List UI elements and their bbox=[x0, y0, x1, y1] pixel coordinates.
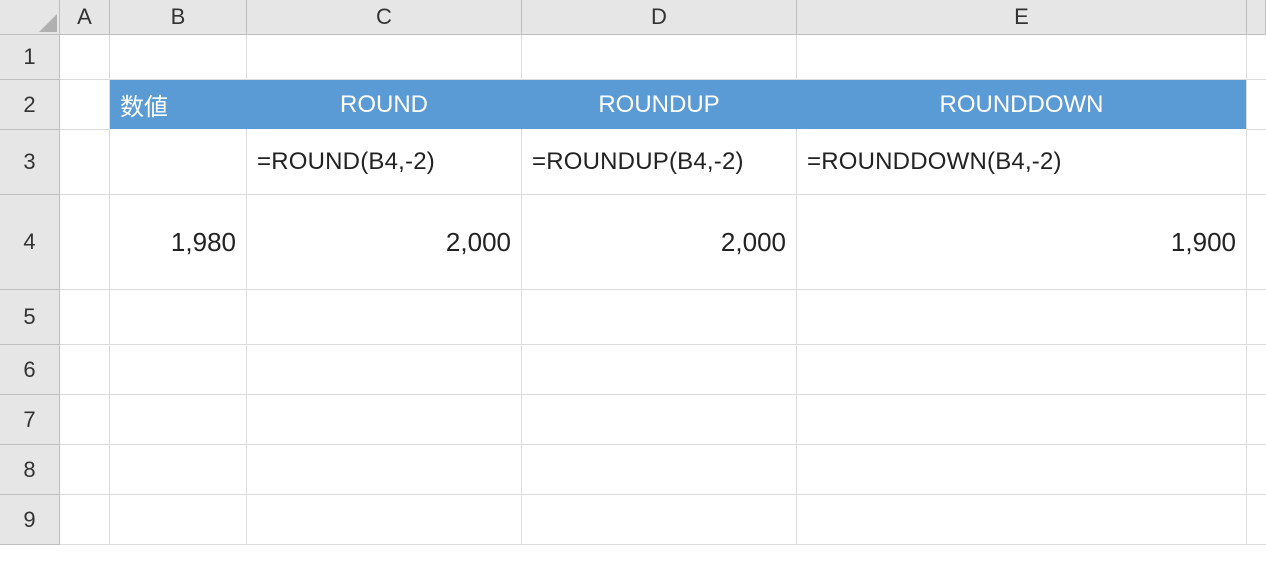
cell-E5[interactable] bbox=[797, 290, 1247, 345]
cell-blank-9 bbox=[1247, 495, 1266, 545]
cell-A3[interactable] bbox=[60, 130, 110, 195]
value-cell-e[interactable]: 1,900 bbox=[797, 195, 1247, 290]
cell-C5[interactable] bbox=[247, 290, 522, 345]
cell-blank-1 bbox=[1247, 35, 1266, 80]
cell-A2[interactable] bbox=[60, 80, 110, 130]
cell-blank-7 bbox=[1247, 395, 1266, 445]
cell-E9[interactable] bbox=[797, 495, 1247, 545]
column-header-blank bbox=[1247, 0, 1266, 35]
table-header-e[interactable]: ROUNDDOWN bbox=[797, 80, 1247, 130]
cell-B3[interactable] bbox=[110, 130, 247, 195]
row-header-2[interactable]: 2 bbox=[0, 80, 60, 130]
row-header-5[interactable]: 5 bbox=[0, 290, 60, 345]
cell-B1[interactable] bbox=[110, 35, 247, 80]
cell-D9[interactable] bbox=[522, 495, 797, 545]
formula-cell-e[interactable]: =ROUNDDOWN(B4,-2) bbox=[797, 130, 1247, 195]
value-cell-d[interactable]: 2,000 bbox=[522, 195, 797, 290]
select-all-button[interactable] bbox=[0, 0, 60, 35]
formula-cell-d[interactable]: =ROUNDUP(B4,-2) bbox=[522, 130, 797, 195]
cell-B5[interactable] bbox=[110, 290, 247, 345]
table-header-d[interactable]: ROUNDUP bbox=[522, 80, 797, 130]
cell-B8[interactable] bbox=[110, 445, 247, 495]
table-header-b[interactable]: 数値 bbox=[110, 80, 247, 130]
cell-E6[interactable] bbox=[797, 345, 1247, 395]
cell-A6[interactable] bbox=[60, 345, 110, 395]
row-header-7[interactable]: 7 bbox=[0, 395, 60, 445]
row-header-1[interactable]: 1 bbox=[0, 35, 60, 80]
cell-A9[interactable] bbox=[60, 495, 110, 545]
spreadsheet-grid[interactable]: ABCDE 12 数値ROUNDROUNDUPROUNDDOWN 3 =ROUND(B4… bbox=[0, 0, 1266, 545]
column-header-B[interactable]: B bbox=[110, 0, 247, 35]
cell-D1[interactable] bbox=[522, 35, 797, 80]
column-header-A[interactable]: A bbox=[60, 0, 110, 35]
cell-E8[interactable] bbox=[797, 445, 1247, 495]
row-header-8[interactable]: 8 bbox=[0, 445, 60, 495]
row-header-3[interactable]: 3 bbox=[0, 130, 60, 195]
cell-C1[interactable] bbox=[247, 35, 522, 80]
cell-blank-6 bbox=[1247, 345, 1266, 395]
cell-C6[interactable] bbox=[247, 345, 522, 395]
cell-C9[interactable] bbox=[247, 495, 522, 545]
cell-D5[interactable] bbox=[522, 290, 797, 345]
value-cell-c[interactable]: 2,000 bbox=[247, 195, 522, 290]
table-header-c[interactable]: ROUND bbox=[247, 80, 522, 130]
cell-D8[interactable] bbox=[522, 445, 797, 495]
cell-A5[interactable] bbox=[60, 290, 110, 345]
cell-blank-2 bbox=[1247, 80, 1266, 130]
cell-D7[interactable] bbox=[522, 395, 797, 445]
value-cell-b[interactable]: 1,980 bbox=[110, 195, 247, 290]
cell-A1[interactable] bbox=[60, 35, 110, 80]
column-header-C[interactable]: C bbox=[247, 0, 522, 35]
cell-D6[interactable] bbox=[522, 345, 797, 395]
cell-blank-3 bbox=[1247, 130, 1266, 195]
column-header-E[interactable]: E bbox=[797, 0, 1247, 35]
cell-blank-4 bbox=[1247, 195, 1266, 290]
cell-A7[interactable] bbox=[60, 395, 110, 445]
cell-C7[interactable] bbox=[247, 395, 522, 445]
column-header-D[interactable]: D bbox=[522, 0, 797, 35]
cell-blank-5 bbox=[1247, 290, 1266, 345]
cell-E1[interactable] bbox=[797, 35, 1247, 80]
cell-E7[interactable] bbox=[797, 395, 1247, 445]
cell-A8[interactable] bbox=[60, 445, 110, 495]
row-header-6[interactable]: 6 bbox=[0, 345, 60, 395]
cell-A4[interactable] bbox=[60, 195, 110, 290]
formula-cell-c[interactable]: =ROUND(B4,-2) bbox=[247, 130, 522, 195]
row-header-9[interactable]: 9 bbox=[0, 495, 60, 545]
cell-B7[interactable] bbox=[110, 395, 247, 445]
cell-B6[interactable] bbox=[110, 345, 247, 395]
cell-blank-8 bbox=[1247, 445, 1266, 495]
cell-C8[interactable] bbox=[247, 445, 522, 495]
cell-B9[interactable] bbox=[110, 495, 247, 545]
row-header-4[interactable]: 4 bbox=[0, 195, 60, 290]
